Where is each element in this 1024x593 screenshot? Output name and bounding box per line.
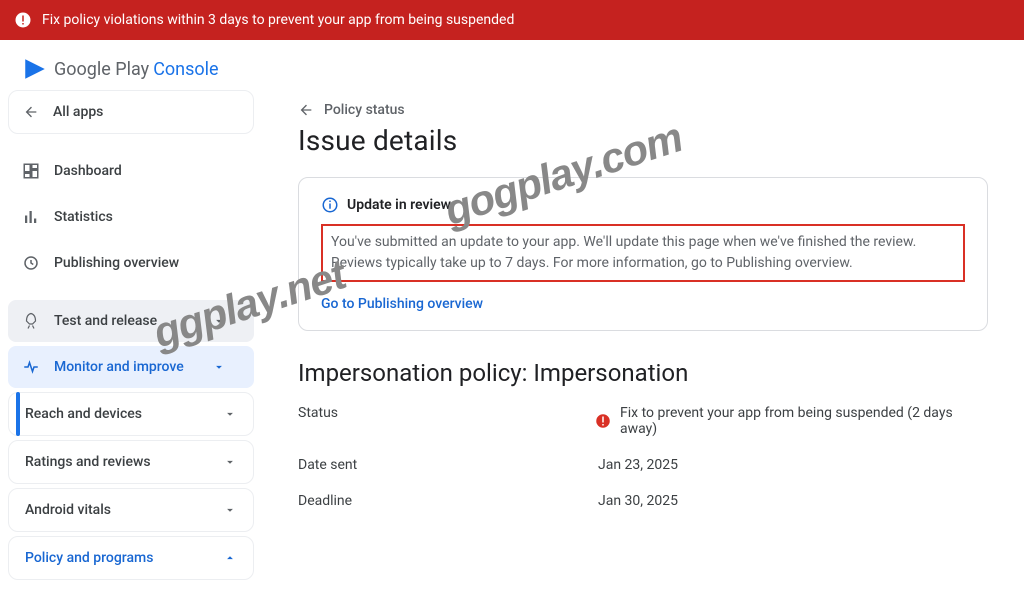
page-title: Issue details xyxy=(298,124,988,157)
pill-policy-programs[interactable]: Policy and programs xyxy=(8,536,254,580)
chevron-down-icon xyxy=(212,314,226,328)
row-date-sent: Date sent Jan 23, 2025 xyxy=(298,457,988,473)
pill-android-vitals[interactable]: Android vitals xyxy=(8,488,254,532)
date-key: Date sent xyxy=(298,457,598,473)
chevron-down-icon xyxy=(223,455,237,469)
sidebar-item-test-release[interactable]: Test and release xyxy=(8,300,254,342)
all-apps-button[interactable]: All apps xyxy=(8,90,254,134)
play-icon xyxy=(22,56,48,82)
logo-text-play: Google Play xyxy=(54,59,149,80)
info-card: Update in review You've submitted an upd… xyxy=(298,177,988,331)
card-heading: Update in review xyxy=(321,196,965,214)
breadcrumb-label: Policy status xyxy=(324,102,405,118)
pill-label: Android vitals xyxy=(25,502,111,518)
sidebar-item-statistics[interactable]: Statistics xyxy=(8,196,254,238)
nav-label: Publishing overview xyxy=(54,255,179,271)
nav-label: Dashboard xyxy=(54,163,122,179)
info-icon xyxy=(321,196,339,214)
sidebar-item-monitor[interactable]: Monitor and improve xyxy=(8,346,254,388)
active-indicator xyxy=(16,392,20,436)
alert-text: Fix policy violations within 3 days to p… xyxy=(42,12,514,28)
pill-reach-devices[interactable]: Reach and devices xyxy=(8,392,254,436)
chevron-up-icon xyxy=(223,551,237,565)
error-icon xyxy=(594,412,612,430)
card-head-text: Update in review xyxy=(347,197,451,213)
section-title: Impersonation policy: Impersonation xyxy=(298,359,988,387)
pill-ratings-reviews[interactable]: Ratings and reviews xyxy=(8,440,254,484)
chevron-down-icon xyxy=(223,503,237,517)
arrow-left-icon xyxy=(23,104,39,120)
breadcrumb[interactable]: Policy status xyxy=(298,102,988,118)
publish-icon xyxy=(22,254,40,272)
card-body-highlight: You've submitted an update to your app. … xyxy=(321,224,965,282)
deadline-val: Jan 30, 2025 xyxy=(598,493,678,509)
logo-text-console: Console xyxy=(153,59,218,80)
pill-label: Policy and programs xyxy=(25,550,153,566)
chevron-down-icon xyxy=(212,360,226,374)
sidebar-item-publishing[interactable]: Publishing overview xyxy=(8,242,254,284)
all-apps-label: All apps xyxy=(53,104,103,120)
logo[interactable]: Google Play Console xyxy=(0,40,1024,90)
sidebar: All apps Dashboard Statistics Publishing… xyxy=(0,90,262,587)
rocket-icon xyxy=(22,312,40,330)
row-deadline: Deadline Jan 30, 2025 xyxy=(298,493,988,509)
row-status: Status Fix to prevent your app from bein… xyxy=(298,405,988,437)
nav-label: Statistics xyxy=(54,209,113,225)
nav-label: Monitor and improve xyxy=(54,359,184,375)
card-body-text: You've submitted an update to your app. … xyxy=(331,232,955,274)
pill-label: Ratings and reviews xyxy=(25,454,151,470)
monitor-icon xyxy=(22,358,40,376)
pill-label: Reach and devices xyxy=(25,406,142,422)
sidebar-item-dashboard[interactable]: Dashboard xyxy=(8,150,254,192)
main-content: Policy status Issue details Update in re… xyxy=(262,90,1024,587)
status-val: Fix to prevent your app from being suspe… xyxy=(620,405,988,437)
status-key: Status xyxy=(298,405,594,437)
nav-label: Test and release xyxy=(54,313,157,329)
deadline-key: Deadline xyxy=(298,493,598,509)
dashboard-icon xyxy=(22,162,40,180)
stats-icon xyxy=(22,208,40,226)
arrow-left-icon xyxy=(298,102,314,118)
date-val: Jan 23, 2025 xyxy=(598,457,678,473)
alert-banner: Fix policy violations within 3 days to p… xyxy=(0,0,1024,40)
chevron-down-icon xyxy=(223,407,237,421)
go-to-publishing-link[interactable]: Go to Publishing overview xyxy=(321,296,965,312)
alert-icon xyxy=(14,11,32,29)
